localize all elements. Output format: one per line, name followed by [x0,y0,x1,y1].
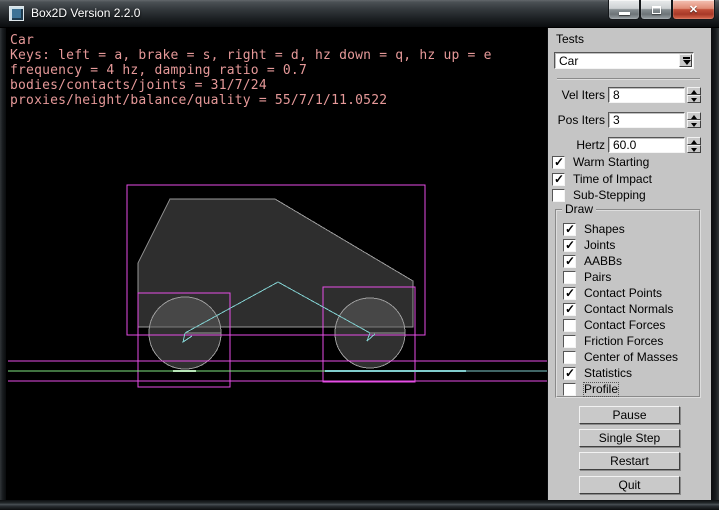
spinner-down-icon[interactable] [687,145,701,153]
draw-group-title: Draw [562,203,596,216]
maximize-icon [652,6,661,14]
stats-text: CarKeys: left = a, brake = s, right = d,… [10,33,492,108]
stats-line: frequency = 4 hz, damping ratio = 0.7 [10,63,492,78]
spinner-down-icon[interactable] [687,95,701,103]
tests-label: Tests [556,33,584,46]
checkbox-center-of-masses[interactable] [563,351,576,364]
separator [557,78,700,80]
caption-buttons: ✕ [608,0,715,22]
checkbox-friction-forces[interactable] [563,335,576,348]
checkbox-contact-forces-label: Contact Forces [584,319,665,332]
checkbox-contact-forces[interactable] [563,319,576,332]
spinner-down-icon[interactable] [687,120,701,128]
checkbox-time-of-impact[interactable]: ✓ [552,173,565,186]
checkbox-center-of-masses-label: Center of Masses [584,351,678,364]
window-border-bottom [0,500,719,510]
vel-iters-label: Vel Iters [548,89,605,102]
app-window: Box2D Version 2.2.0 ✕ [0,0,719,510]
hertz-spinner[interactable] [687,137,701,153]
control-panel: Tests Car Vel Iters 8 Pos Iters 3 Hertz … [548,28,711,500]
checkbox-warm-starting[interactable]: ✓ [552,156,565,169]
tests-dropdown-value: Car [559,54,578,68]
checkbox-statistics[interactable]: ✓ [563,367,576,380]
checkbox-time-of-impact-label: Time of Impact [573,173,652,186]
spinner-up-icon[interactable] [687,112,701,120]
checkbox-pairs[interactable] [563,271,576,284]
checkbox-sub-stepping[interactable] [552,189,565,202]
checkbox-shapes[interactable]: ✓ [563,223,576,236]
checkbox-joints[interactable]: ✓ [563,239,576,252]
checkbox-pairs-label: Pairs [584,271,611,284]
checkbox-contact-points[interactable]: ✓ [563,287,576,300]
tests-dropdown-button[interactable] [679,54,692,67]
stats-line: proxies/height/balance/quality = 55/7/1/… [10,93,492,108]
maximize-button[interactable] [640,0,672,20]
checkbox-profile[interactable] [563,383,576,396]
hertz-field[interactable]: 60.0 [608,137,685,153]
close-icon: ✕ [673,3,714,16]
tests-dropdown[interactable]: Car [554,52,694,69]
checkbox-sub-stepping-label: Sub-Stepping [573,189,646,202]
checkbox-contact-normals-label: Contact Normals [584,303,673,316]
checkbox-aabbs-label: AABBs [584,255,622,268]
stats-line: Keys: left = a, brake = s, right = d, hz… [10,48,492,63]
minimize-button[interactable] [608,0,640,20]
checkbox-profile-label: Profile [584,383,618,396]
window-title: Box2D Version 2.2.0 [31,6,140,20]
close-button[interactable]: ✕ [672,0,715,20]
checkbox-joints-label: Joints [584,239,615,252]
pos-iters-label: Pos Iters [548,114,605,127]
title-bar[interactable]: Box2D Version 2.2.0 ✕ [0,0,719,28]
single-step-button[interactable]: Single Step [579,429,680,447]
stats-line: bodies/contacts/joints = 31/7/24 [10,78,492,93]
pause-button[interactable]: Pause [579,406,680,424]
simulation-canvas[interactable]: CarKeys: left = a, brake = s, right = d,… [6,28,547,500]
checkbox-contact-normals[interactable]: ✓ [563,303,576,316]
chevron-down-icon [683,57,690,59]
stats-line: Car [10,33,492,48]
vel-iters-spinner[interactable] [687,87,701,103]
checkbox-warm-starting-label: Warm Starting [573,156,649,169]
hertz-label: Hertz [548,139,605,152]
checkbox-contact-points-label: Contact Points [584,287,662,300]
checkbox-aabbs[interactable]: ✓ [563,255,576,268]
quit-button[interactable]: Quit [579,476,680,494]
pos-iters-spinner[interactable] [687,112,701,128]
window-border-right [711,28,719,500]
vel-iters-field[interactable]: 8 [608,87,685,103]
spinner-up-icon[interactable] [687,137,701,145]
checkbox-statistics-label: Statistics [584,367,632,380]
minimize-icon [619,12,630,15]
app-icon [9,6,24,21]
restart-button[interactable]: Restart [579,452,680,470]
spinner-up-icon[interactable] [687,87,701,95]
pos-iters-field[interactable]: 3 [608,112,685,128]
checkbox-friction-forces-label: Friction Forces [584,335,663,348]
checkbox-shapes-label: Shapes [584,223,625,236]
